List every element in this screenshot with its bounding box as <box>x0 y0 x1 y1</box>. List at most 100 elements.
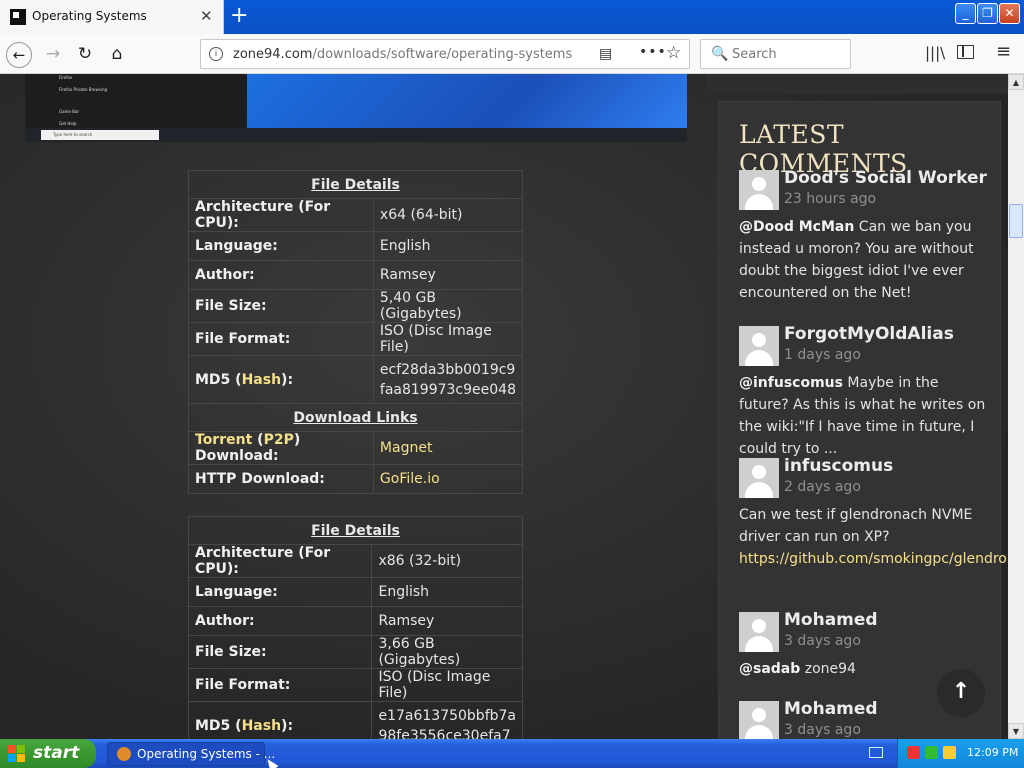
start-label: start <box>33 743 80 763</box>
detail-label: Architecture (For CPU): <box>188 198 374 232</box>
detail-value: Ramsey <box>372 260 524 290</box>
scrollbar-thumb[interactable] <box>1009 204 1023 238</box>
file-details-header: File Details <box>188 170 523 199</box>
detail-label: Language: <box>188 231 374 261</box>
detail-value: ISO (Disc Image File) <box>371 668 523 702</box>
detail-value: x64 (64-bit) <box>372 198 524 232</box>
file-details-table-x64: File Details Architecture (For CPU): x64 … <box>188 170 524 494</box>
table-row: Author: Ramsey <box>187 606 523 636</box>
detail-value: 3,66 GB (Gigabytes) <box>371 635 523 669</box>
windows-logo-icon <box>8 745 26 763</box>
url-text[interactable]: zone94.com/downloads/software/operating-… <box>233 47 572 62</box>
keyboard-icon[interactable] <box>869 747 883 758</box>
bookmark-star-icon[interactable]: ☆ <box>666 43 681 63</box>
site-info-icon[interactable]: i <box>209 47 223 61</box>
taskbar-window-label: Operating Systems - ... <box>137 747 276 761</box>
detail-label: Author: <box>187 606 373 636</box>
search-field[interactable]: 🔍 Search <box>700 39 851 69</box>
search-placeholder: Search <box>732 47 777 62</box>
detail-label: File Format: <box>188 322 374 356</box>
comment-author[interactable]: infuscomus <box>784 456 893 476</box>
clock[interactable]: 12:09 PM <box>967 746 1018 759</box>
table-row: MD5 (Hash): e17a613750bbfb7a 98fe3556ce30… <box>187 701 523 739</box>
table-row: Author: Ramsey <box>188 260 524 290</box>
search-tray-icon[interactable] <box>943 746 956 759</box>
avatar <box>739 612 779 652</box>
md5-value: e17a613750bbfb7a 98fe3556ce30efa7 <box>371 701 523 739</box>
comment-author[interactable]: Mohamed <box>784 610 878 630</box>
avatar <box>739 458 779 498</box>
screenshot-search-box: Type here to search <box>41 130 159 140</box>
sidebar-top-strip <box>706 74 1008 94</box>
comment-text[interactable]: Can we test if glendronach NVME driver c… <box>739 504 1008 570</box>
library-icon[interactable]: |||\ <box>925 44 945 62</box>
avatar <box>739 326 779 366</box>
new-tab-icon[interactable]: + <box>230 3 248 28</box>
tab-operating-systems[interactable]: Operating Systems ✕ <box>0 0 224 34</box>
detail-label: Author: <box>188 260 374 290</box>
gofile-link[interactable]: GoFile.io <box>372 464 524 494</box>
network-icon[interactable] <box>925 746 938 759</box>
md5-value: ecf28da3bb0019c9 faa819973c9ee048 <box>372 355 524 404</box>
sidebar-toggle-icon[interactable] <box>957 45 974 59</box>
scroll-to-top-button[interactable]: ↑ <box>937 669 985 717</box>
detail-value: x86 (32-bit) <box>371 544 523 578</box>
comment-time: 3 days ago <box>784 633 861 649</box>
magnet-link[interactable]: Magnet <box>372 431 524 465</box>
detail-label: Language: <box>187 577 373 607</box>
scroll-down-arrow-icon[interactable]: ▼ <box>1008 723 1024 739</box>
page-content: Firefox Firefox Private Browsing Game Ba… <box>0 74 1008 739</box>
address-bar[interactable]: i zone94.com/downloads/software/operatin… <box>200 39 690 69</box>
avatar <box>739 170 779 210</box>
comment-time: 23 hours ago <box>784 191 877 207</box>
table-row: MD5 (Hash): ecf28da3bb0019c9 faa819973c9e… <box>188 355 524 404</box>
start-menu-item: Firefox <box>59 75 73 80</box>
table-row: File Format: ISO (Disc Image File) <box>188 322 524 356</box>
start-menu-item: Get Help <box>59 121 77 126</box>
github-link[interactable]: https://github.com/smokingpc/glendronach <box>739 551 1008 567</box>
start-menu-item: Game Bar <box>59 109 80 114</box>
comment-time: 3 days ago <box>784 722 861 738</box>
table-row: Language: English <box>188 231 524 261</box>
md5-label: MD5 (Hash): <box>187 701 373 739</box>
scroll-up-arrow-icon[interactable]: ▲ <box>1008 74 1024 90</box>
torrent-label: Torrent (P2P) Download: <box>188 431 374 465</box>
http-label: HTTP Download: <box>188 464 374 494</box>
forward-button[interactable]: → <box>40 42 66 68</box>
minimize-button[interactable]: _ <box>955 3 976 24</box>
download-links-header: Download Links <box>188 403 523 432</box>
detail-label: File Format: <box>187 668 373 702</box>
table-row: File Size: 5,40 GB (Gigabytes) <box>188 289 524 323</box>
system-tray: 12:09 PM <box>897 739 1024 768</box>
table-row: Architecture (For CPU): x64 (64-bit) <box>188 198 524 232</box>
security-shield-icon[interactable] <box>907 746 920 759</box>
table-row: Architecture (For CPU): x86 (32-bit) <box>187 544 523 578</box>
firefox-icon <box>117 747 131 761</box>
comment-time: 2 days ago <box>784 479 861 495</box>
table-row: File Format: ISO (Disc Image File) <box>187 668 523 702</box>
page-actions-icon[interactable]: ••• <box>639 44 667 60</box>
home-button[interactable]: ⌂ <box>104 42 130 68</box>
tab-close-icon[interactable]: ✕ <box>200 7 213 25</box>
reader-view-icon[interactable]: ▤ <box>599 46 612 62</box>
navigation-toolbar: ← → ↻ ⌂ i zone94.com/downloads/software/… <box>0 34 1024 74</box>
page-scrollbar[interactable]: ▲ ▼ <box>1008 74 1024 739</box>
comment-text[interactable]: @infuscomus Maybe in the future? As this… <box>739 372 989 460</box>
window-close-button[interactable]: ✕ <box>999 3 1020 24</box>
detail-label: File Size: <box>187 635 373 669</box>
comment-text[interactable]: @Dood McMan Can we ban you instead u mor… <box>739 216 989 304</box>
tab-title: Operating Systems <box>32 9 147 23</box>
comment-author[interactable]: ForgotMyOldAlias <box>784 324 954 344</box>
hamburger-menu-icon[interactable]: ≡ <box>996 41 1011 62</box>
reload-button[interactable]: ↻ <box>72 42 98 68</box>
start-menu-item: Firefox Private Browsing <box>59 87 108 92</box>
start-button[interactable]: start <box>0 739 96 768</box>
maximize-button[interactable]: ❐ <box>977 3 998 24</box>
windows-taskbar: start Operating Systems - ... 12:09 PM <box>0 739 1024 768</box>
detail-label: Architecture (For CPU): <box>187 544 373 578</box>
taskbar-window-firefox[interactable]: Operating Systems - ... <box>107 742 275 766</box>
back-button[interactable]: ← <box>6 42 32 68</box>
comment-author[interactable]: Dood's Social Worker <box>784 168 987 188</box>
comment-author[interactable]: Mohamed <box>784 699 878 719</box>
file-details-table-x86: File Details Architecture (For CPU): x86 … <box>187 516 523 739</box>
